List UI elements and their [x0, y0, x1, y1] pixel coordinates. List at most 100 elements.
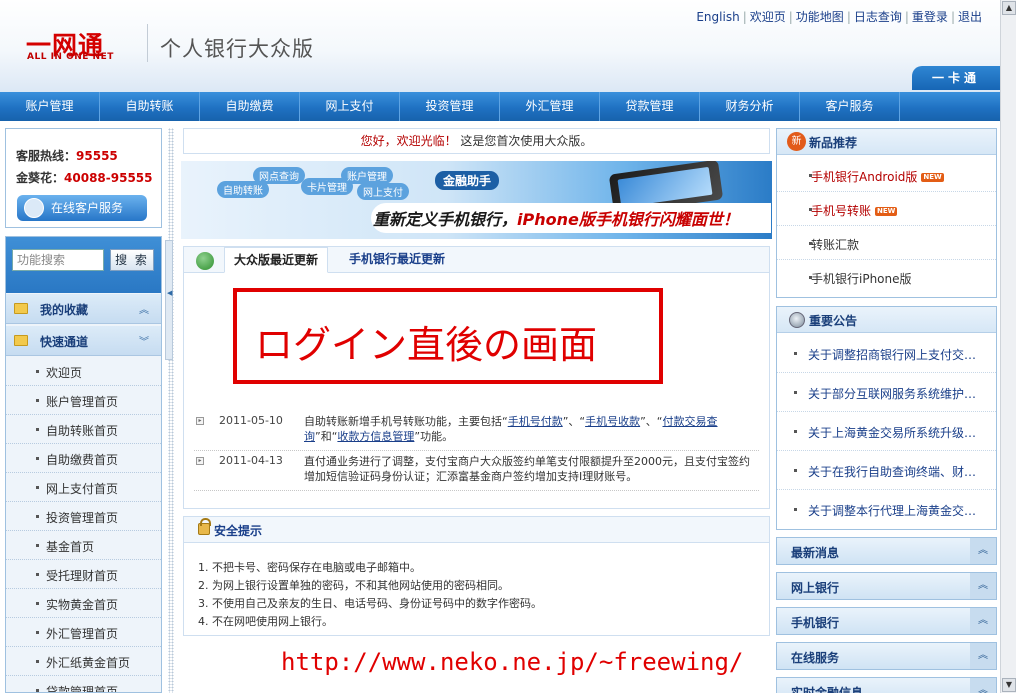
product-item[interactable]: 转账汇款: [777, 226, 996, 260]
section-realtime-finance[interactable]: 实时金融信息 ︽: [776, 677, 997, 693]
window-scrollbar[interactable]: ▲ ▼: [1000, 0, 1016, 693]
bullet-icon: [794, 469, 797, 472]
link-log-query[interactable]: 日志查询: [854, 10, 902, 24]
product-name: 转账汇款: [811, 238, 860, 252]
news-text: 自助转账新增手机号转账功能，主要包括“手机号付款”、“手机号收款”、“付款交易查…: [304, 414, 754, 444]
news-link[interactable]: 手机号付款: [508, 415, 563, 428]
announcement-item[interactable]: 关于上海黄金交易所系统升级…: [777, 412, 996, 451]
news-row: ▸ 2011-04-13 直付通业务进行了调整，支付宝商户大众版签约单笔支付限额…: [194, 453, 759, 491]
nav-loan[interactable]: 贷款管理: [600, 92, 700, 121]
card-tab[interactable]: 一卡通: [912, 66, 1000, 90]
link-relogin[interactable]: 重登录: [912, 10, 948, 24]
menu-item-investment[interactable]: 投资管理首页: [6, 502, 161, 531]
announcements-box: 重要公告 关于调整招商银行网上支付交… 关于部分互联网服务系统维护… 关于上海黄…: [776, 306, 997, 530]
news-link[interactable]: 手机号收款: [585, 415, 640, 428]
menu-item-label: 实物黄金首页: [46, 598, 119, 612]
announcement-item[interactable]: 关于调整招商银行网上支付交…: [777, 334, 996, 373]
menu-item-welcome[interactable]: 欢迎页: [6, 357, 161, 386]
search-button[interactable]: 搜 索: [110, 249, 154, 271]
nav-forex[interactable]: 外汇管理: [500, 92, 600, 121]
welcome-bar: 您好，欢迎光临！ 这是您首次使用大众版。: [183, 128, 770, 154]
bullet-icon: [36, 689, 39, 692]
menu-quick-access[interactable]: 快速通道 ︾: [6, 326, 161, 356]
section-online-service[interactable]: 在线服务 ︽: [776, 642, 997, 670]
new-products-header: 新 新品推荐: [777, 129, 996, 155]
bullet-icon: [36, 515, 39, 518]
service-hotline: 客服热线：95555: [16, 147, 118, 164]
menu-item-account[interactable]: 账户管理首页: [6, 386, 161, 415]
chevron-up-icon: ︽: [970, 678, 996, 693]
announcement-label: 关于调整本行代理上海黄金交…: [808, 504, 977, 518]
tab-public-updates[interactable]: 大众版最近更新: [224, 247, 329, 273]
menu-item-label: 投资管理首页: [46, 511, 119, 525]
news-link[interactable]: 收款方信息管理: [337, 430, 414, 443]
announcement-item[interactable]: 关于部分互联网服务系统维护…: [777, 373, 996, 412]
menu-item-transfer[interactable]: 自助转账首页: [6, 415, 161, 444]
section-label: 在线服务: [791, 651, 840, 665]
menu-item-payment[interactable]: 自助缴费首页: [6, 444, 161, 473]
banner-bubble: 网上支付: [357, 183, 409, 200]
site-title: 个人银行大众版: [160, 37, 314, 61]
function-search-input[interactable]: 功能搜索: [12, 249, 104, 271]
announcement-item[interactable]: 关于调整本行代理上海黄金交…: [777, 490, 996, 529]
chevron-up-icon: ︽: [970, 573, 996, 599]
nav-transfer[interactable]: 自助转账: [100, 92, 200, 121]
product-item[interactable]: 手机银行iPhone版: [777, 260, 996, 294]
nav-finance-analysis[interactable]: 财务分析: [700, 92, 800, 121]
menu-item-label: 网上支付首页: [46, 482, 119, 496]
link-english[interactable]: English: [696, 10, 739, 24]
sidebar-collapse-handle[interactable]: ◀: [165, 240, 173, 360]
news-date: 2011-05-10: [219, 414, 283, 427]
nav-online-pay[interactable]: 网上支付: [300, 92, 400, 121]
link-welcome[interactable]: 欢迎页: [750, 10, 786, 24]
announcement-item[interactable]: 关于在我行自助查询终端、财…: [777, 451, 996, 490]
section-online-banking[interactable]: 网上银行 ︽: [776, 572, 997, 600]
product-item[interactable]: 手机号转账 NEW: [777, 192, 996, 226]
link-separator: |: [788, 10, 793, 24]
chevron-up-icon: ︽: [970, 538, 996, 564]
online-service-button[interactable]: 在线客户服务: [17, 195, 147, 221]
link-separator: |: [904, 10, 909, 24]
nav-payment[interactable]: 自助缴费: [200, 92, 300, 121]
tab-mobile-updates[interactable]: 手机银行最近更新: [340, 247, 454, 273]
scroll-up-arrow-icon[interactable]: ▲: [1002, 1, 1016, 15]
menu-item-forex[interactable]: 外汇管理首页: [6, 618, 161, 647]
service-hotline-number: 95555: [76, 149, 118, 163]
menu-item-loan[interactable]: 贷款管理首页: [6, 676, 161, 692]
menu-item-online-pay[interactable]: 网上支付首页: [6, 473, 161, 502]
news-text-part: ”、“: [562, 415, 586, 428]
bullet-icon: [794, 430, 797, 433]
bullet-icon: [36, 602, 39, 605]
folder-icon: [14, 335, 28, 346]
menu-favorites[interactable]: 我的收藏 ︽: [6, 294, 161, 324]
scroll-down-arrow-icon[interactable]: ▼: [1002, 678, 1016, 692]
product-name: 手机号转账: [811, 204, 872, 218]
logo-divider: [147, 24, 148, 62]
page-header: 一网通 ALL IN ONE NET 个人银行大众版 English | 欢迎页 | 功…: [0, 0, 1000, 92]
news-text-part: ”和“: [315, 430, 338, 443]
menu-item-label: 账户管理首页: [46, 395, 119, 409]
product-item[interactable]: 手机银行Android版 NEW: [777, 158, 996, 192]
menu-item-paper-gold[interactable]: 外汇纸黄金首页: [6, 647, 161, 676]
menu-item-label: 基金首页: [46, 540, 95, 554]
menu-item-trust[interactable]: 受托理财首页: [6, 560, 161, 589]
nav-account[interactable]: 账户管理: [0, 92, 100, 121]
nav-investment[interactable]: 投资管理: [400, 92, 500, 121]
menu-quick-access-label: 快速通道: [40, 335, 89, 349]
promo-banner[interactable]: 自助转账 网点查询 卡片管理 账户管理 网上支付 金融助手 重新定义手机银行，i…: [181, 161, 772, 239]
link-function-map[interactable]: 功能地图: [796, 10, 844, 24]
hotline-box: 客服热线：95555 金葵花：40088-95555 在线客户服务: [5, 128, 162, 228]
news-text-part: 自助转账新增手机号转账功能，主要包括“: [304, 415, 508, 428]
menu-item-label: 欢迎页: [46, 366, 83, 380]
cmb-logo[interactable]: 一网通 ALL IN ONE NET: [26, 26, 132, 64]
section-mobile-banking[interactable]: 手机银行 ︽: [776, 607, 997, 635]
product-label: 手机银行Android版 NEW: [811, 168, 944, 185]
link-logout[interactable]: 退出: [958, 10, 982, 24]
news-text-part: ”功能。: [414, 430, 454, 443]
section-latest-news[interactable]: 最新消息 ︽: [776, 537, 997, 565]
nav-customer-service[interactable]: 客户服务: [800, 92, 900, 121]
safety-tips: 安全提示 1. 不把卡号、密码保存在电脑或电子邮箱中。 2. 为网上银行设置单独…: [183, 516, 770, 636]
service-hotline-label: 客服热线：: [16, 149, 77, 163]
menu-item-gold[interactable]: 实物黄金首页: [6, 589, 161, 618]
menu-item-fund[interactable]: 基金首页: [6, 531, 161, 560]
